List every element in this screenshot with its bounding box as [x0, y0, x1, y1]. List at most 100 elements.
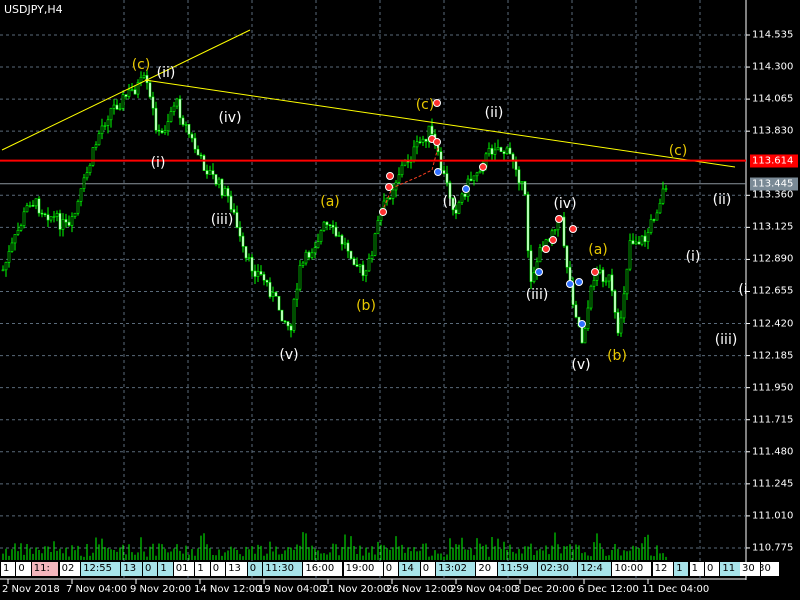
- object-label[interactable]: 11:59: [498, 562, 538, 576]
- object-label[interactable]: 0: [705, 562, 721, 576]
- candle-body: [604, 280, 608, 283]
- candle-body: [364, 270, 368, 276]
- candle-body: [400, 164, 404, 176]
- candle-body: [280, 309, 284, 322]
- candle-body: [616, 312, 620, 334]
- object-label[interactable]: 0: [16, 562, 32, 576]
- candle-body: [463, 193, 467, 197]
- candle-body: [574, 304, 578, 318]
- candle-body: [241, 235, 245, 247]
- candle-body: [55, 213, 59, 217]
- candle-body: [361, 264, 365, 276]
- candle-body: [592, 280, 596, 287]
- candle-body: [34, 198, 38, 207]
- candle-body: [121, 94, 125, 109]
- object-label[interactable]: 30: [740, 562, 762, 576]
- wave-label: (iii): [525, 287, 549, 303]
- candle-body: [202, 155, 206, 171]
- candle-body: [205, 170, 209, 175]
- candle-body: [526, 194, 530, 252]
- object-label[interactable]: 13:02: [436, 562, 477, 576]
- candle-body: [187, 124, 191, 135]
- candle-body: [277, 296, 281, 311]
- object-label[interactable]: 14: [399, 562, 421, 576]
- object-label[interactable]: 13: [226, 562, 248, 576]
- candle-body: [598, 269, 602, 273]
- candle-body: [184, 124, 188, 126]
- candle-body: [91, 147, 95, 166]
- candle-body: [1, 269, 5, 272]
- candle-body: [82, 177, 86, 189]
- object-label[interactable]: 1: [689, 562, 705, 576]
- candle-body: [607, 274, 611, 282]
- candle-body: [418, 141, 422, 144]
- candle-body: [610, 274, 614, 292]
- object-label[interactable]: 16:00: [303, 562, 344, 576]
- object-label[interactable]: 20: [476, 562, 498, 576]
- candle-body: [658, 203, 662, 214]
- candle-body: [166, 121, 170, 132]
- candle-body: [415, 141, 419, 148]
- price-tick-label: 112.185: [752, 350, 794, 362]
- sell-marker-icon: [379, 208, 387, 216]
- object-label[interactable]: 1: [674, 562, 690, 576]
- candle-body: [247, 257, 251, 259]
- candle-body: [328, 224, 332, 227]
- candle-body: [61, 219, 65, 230]
- candle-body: [316, 241, 320, 248]
- wave-label: (iii): [714, 332, 738, 348]
- candle-body: [469, 178, 473, 181]
- object-label[interactable]: 01: [173, 562, 196, 576]
- candle-body: [505, 147, 509, 154]
- object-label[interactable]: 1: [158, 562, 174, 576]
- candle-body: [181, 117, 185, 125]
- candle-body: [133, 89, 137, 95]
- time-tick-label: 19 Nov 04:00: [258, 584, 326, 595]
- candle-body: [295, 288, 299, 300]
- candle-body: [238, 227, 242, 237]
- object-label[interactable]: 02: [59, 562, 81, 576]
- time-tick-label: 9 Nov 20:00: [130, 584, 192, 595]
- object-label[interactable]: 13: [121, 562, 143, 576]
- candle-body: [73, 212, 77, 217]
- candle-body: [232, 209, 236, 213]
- candle-body: [85, 172, 89, 179]
- sell-marker-icon: [569, 225, 577, 233]
- wave-label: (i: [738, 282, 748, 298]
- candle-body: [520, 181, 524, 184]
- candle-body: [445, 173, 449, 184]
- price-tick-label: 111.480: [752, 446, 794, 458]
- object-label[interactable]: 02:30: [538, 562, 579, 576]
- candle-body: [223, 188, 227, 196]
- object-label[interactable]: 0: [420, 562, 436, 576]
- object-label[interactable]: 0: [383, 562, 399, 576]
- candle-body: [319, 230, 323, 242]
- object-label[interactable]: 0: [143, 562, 159, 576]
- candle-body: [313, 247, 317, 254]
- object-label[interactable]: 12: [652, 562, 674, 576]
- object-label[interactable]: 19:00: [343, 562, 384, 576]
- candle-body: [625, 268, 629, 295]
- candle-body: [109, 108, 113, 121]
- object-label[interactable]: 11:30: [263, 562, 304, 576]
- candle-body: [508, 147, 512, 155]
- price-chart[interactable]: [0, 0, 800, 600]
- candle-body: [640, 235, 644, 245]
- object-label[interactable]: 0: [247, 562, 263, 576]
- object-label[interactable]: 1: [195, 562, 211, 576]
- candle-body: [94, 144, 98, 148]
- wave-label: (ii): [712, 192, 732, 208]
- object-label[interactable]: 11:: [31, 562, 60, 576]
- object-label[interactable]: 11: [720, 562, 742, 576]
- candle-body: [7, 251, 11, 263]
- object-label[interactable]: 1: [1, 562, 17, 576]
- object-label[interactable]: 10:00: [612, 562, 653, 576]
- candle-body: [337, 235, 341, 237]
- candle-body: [373, 233, 377, 256]
- object-label[interactable]: 0: [210, 562, 226, 576]
- wave-label: (v): [279, 347, 299, 363]
- candle-body: [268, 282, 272, 297]
- object-label[interactable]: 12:55: [81, 562, 122, 576]
- object-label[interactable]: 12:4: [578, 562, 613, 576]
- candle-body: [346, 242, 350, 252]
